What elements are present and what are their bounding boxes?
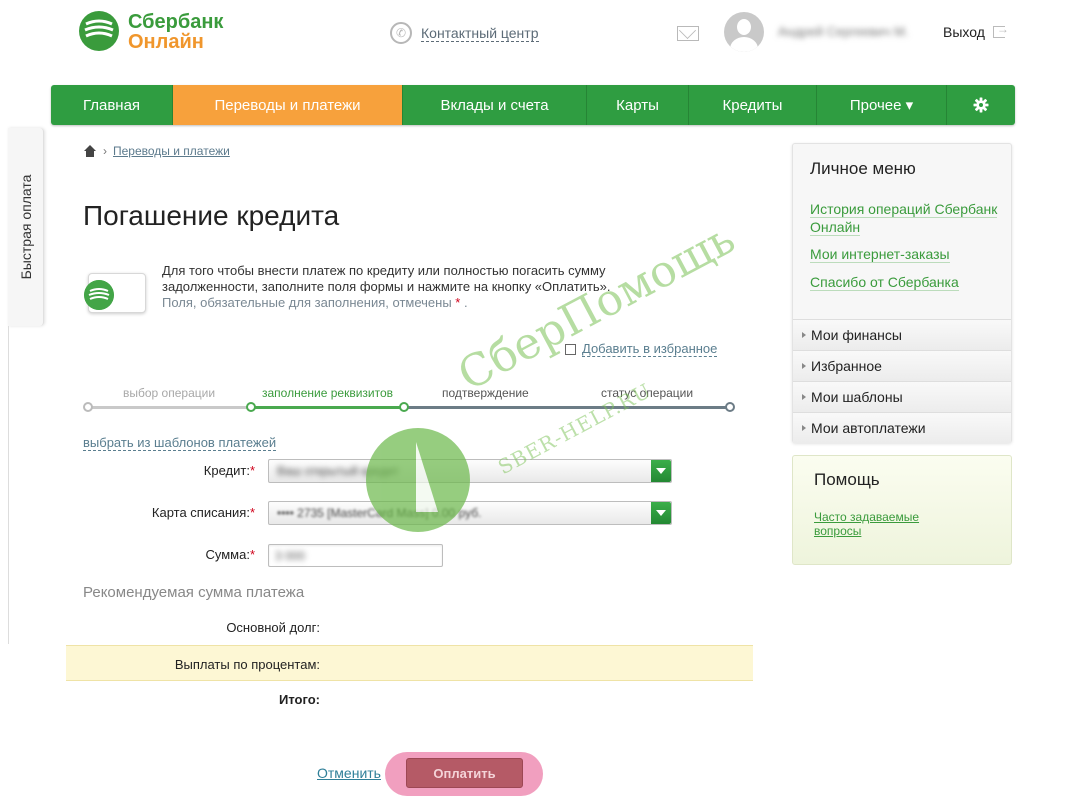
link-history[interactable]: История операций Сбербанк Онлайн [810, 200, 1005, 236]
nav-item-other[interactable]: Прочее ▾ [817, 85, 947, 125]
faq-link[interactable]: Часто задаваемые вопросы [814, 510, 954, 538]
info-text: Для того чтобы внести платеж по кредиту … [162, 263, 662, 311]
nav-item-cards[interactable]: Карты [587, 85, 689, 125]
step-1-label: выбор операции [123, 386, 216, 400]
contact-center-link[interactable]: Контактный центр [421, 25, 539, 42]
quick-pay-label: Быстрая оплата [17, 174, 34, 280]
step-dot-4 [725, 402, 735, 412]
card-label: Карта списания:* [151, 505, 255, 520]
sum-input-value: 3 000 [275, 549, 306, 563]
caret-right-icon [802, 332, 806, 338]
page-root: Сбербанк Онлайн ✆ Контактный центр Андре… [0, 0, 1078, 799]
info-line-2: задолженности, заполните поля формы и на… [162, 279, 611, 294]
add-favorite[interactable]: Добавить в избранное [565, 342, 718, 357]
caret-right-icon [802, 425, 806, 431]
credit-select-value: Ваш открытый кредит [277, 464, 399, 478]
sum-label: Сумма:* [205, 547, 255, 562]
credit-label: Кредит:* [203, 463, 255, 478]
nav-item-deposits[interactable]: Вклады и счета [403, 85, 587, 125]
page-title: Погашение кредита [83, 200, 340, 231]
chevron-down-icon [651, 502, 671, 524]
help-box: Помощь Часто задаваемые вопросы [792, 455, 1012, 565]
breadcrumb: › Переводы и платежи [83, 144, 230, 158]
menu-my-finances[interactable]: Мои финансы [793, 319, 1011, 350]
step-dot-1 [83, 402, 93, 412]
progress-steps: выбор операции заполнение реквизитов под… [83, 384, 735, 416]
recommended-title: Рекомендуемая сумма платежа [83, 584, 305, 601]
logo-line1: Сбербанк [128, 11, 224, 33]
logout-label: Выход [943, 24, 985, 40]
interest-row: Выплаты по процентам: [66, 645, 753, 681]
link-thanks[interactable]: Спасибо от Сбербанка [810, 273, 1005, 291]
step-dot-3 [399, 402, 409, 412]
card-select-value: •••• 2735 [MasterCard Mass] 0.00 руб. [277, 506, 482, 520]
info-required: Поля, обязательные для заполнения, отмеч… [162, 295, 468, 310]
total-label: Итого: [279, 692, 320, 707]
settings-button[interactable] [947, 85, 1015, 125]
interest-label: Выплаты по процентам: [174, 657, 320, 672]
phone-icon: ✆ [390, 22, 412, 44]
home-icon[interactable] [83, 145, 97, 157]
favorite-checkbox[interactable] [565, 344, 576, 355]
step-4-label: статус операции [601, 386, 694, 400]
nav-item-home[interactable]: Главная [51, 85, 173, 125]
info-line-1: Для того чтобы внести платеж по кредиту … [162, 263, 606, 278]
personal-menu-title: Личное меню [810, 159, 916, 178]
menu-templates[interactable]: Мои шаблоны [793, 381, 1011, 412]
sberbank-logo[interactable]: Сбербанк Онлайн [78, 10, 238, 52]
total-row: Итого: [66, 681, 753, 717]
chevron-down-icon [651, 460, 671, 482]
card-select[interactable]: •••• 2735 [MasterCard Mass] 0.00 руб. [268, 501, 672, 525]
chevron-right-icon: › [103, 144, 107, 158]
wallet-icon [84, 273, 148, 315]
avatar[interactable] [724, 12, 764, 52]
step-line-1 [88, 406, 250, 409]
breadcrumb-transfers[interactable]: Переводы и платежи [113, 144, 230, 158]
principal-row: Основной долг: [66, 609, 753, 645]
nav-item-transfers[interactable]: Переводы и платежи [173, 85, 403, 125]
main-nav: Главная Переводы и платежи Вклады и счет… [51, 85, 1015, 125]
caret-right-icon [802, 394, 806, 400]
link-orders[interactable]: Мои интернет-заказы [810, 245, 1005, 263]
step-dot-2 [246, 402, 256, 412]
sum-input[interactable]: 3 000 [268, 544, 443, 567]
principal-label: Основной долг: [226, 620, 320, 635]
add-favorite-link[interactable]: Добавить в избранное [582, 342, 718, 357]
step-2-label: заполнение реквизитов [262, 386, 394, 400]
templates-link[interactable]: выбрать из шаблонов платежей [83, 436, 277, 451]
nav-item-credits[interactable]: Кредиты [689, 85, 817, 125]
gear-icon [973, 97, 989, 113]
logo-text: Сбербанк Онлайн [128, 12, 223, 52]
user-name[interactable]: Андрей Сергеевич М. [778, 24, 909, 39]
personal-menu: Личное меню История операций Сбербанк Он… [792, 143, 1012, 443]
credit-select[interactable]: Ваш открытый кредит [268, 459, 672, 483]
contact-center[interactable]: ✆ Контактный центр [390, 22, 539, 44]
quick-pay-tab[interactable]: Быстрая оплата [8, 128, 44, 326]
pay-button-highlight: Оплатить [385, 752, 543, 796]
mail-icon[interactable] [677, 26, 699, 41]
sberbank-logo-icon [79, 11, 119, 51]
left-divider [8, 326, 9, 644]
pay-button[interactable]: Оплатить [406, 758, 523, 788]
help-title: Помощь [814, 470, 880, 489]
sberbank-mini-icon [84, 280, 114, 310]
menu-favorites[interactable]: Избранное [793, 350, 1011, 381]
logo-line2: Онлайн [128, 31, 204, 53]
menu-autopayments[interactable]: Мои автоплатежи [793, 412, 1011, 443]
exit-icon [992, 22, 1009, 38]
logout-button[interactable]: Выход [943, 22, 1009, 40]
step-line-2 [250, 406, 404, 409]
caret-right-icon [802, 363, 806, 369]
cancel-link[interactable]: Отменить [317, 765, 381, 781]
step-line-3 [404, 406, 730, 409]
step-3-label: подтверждение [442, 386, 529, 400]
